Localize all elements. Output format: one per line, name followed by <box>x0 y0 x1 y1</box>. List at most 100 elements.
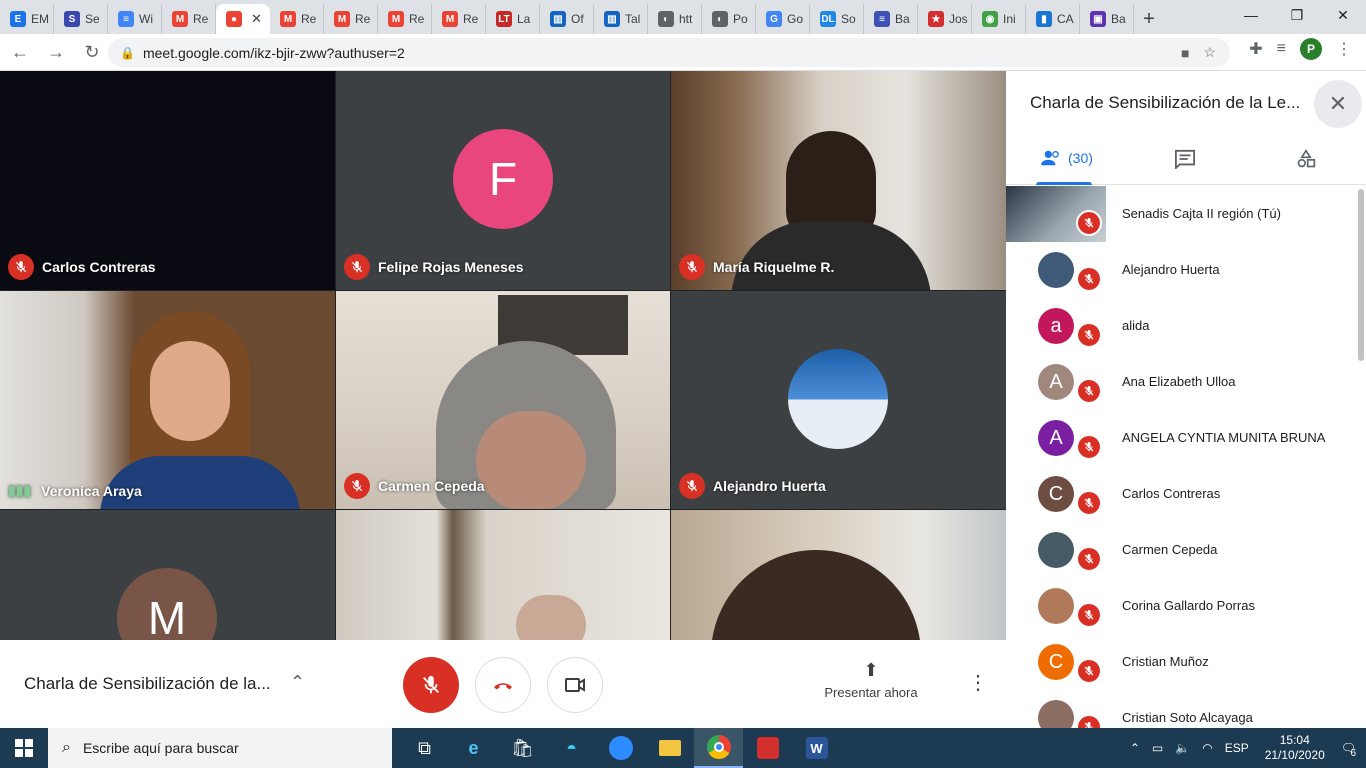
edge-icon[interactable]: ◓ <box>547 728 596 768</box>
browser-tab[interactable]: ▣ Ba <box>1080 4 1134 34</box>
participant-row[interactable]: Cristian Soto Alcayaga <box>1006 690 1358 728</box>
tab-label: Wi <box>139 12 153 26</box>
chevron-up-icon[interactable]: ⌃ <box>290 672 305 693</box>
clock[interactable]: 15:04 21/10/2020 <box>1265 733 1325 763</box>
participant-avatar <box>1038 700 1074 728</box>
store-icon[interactable]: 🛍 <box>498 728 547 768</box>
present-now-button[interactable]: ⬆ Presentar ahora <box>818 660 924 700</box>
browser-tab[interactable]: ≡ Ba <box>864 4 918 34</box>
profile-avatar[interactable]: P <box>1300 38 1322 60</box>
bookmark-star-icon[interactable]: ☆ <box>1203 44 1216 61</box>
browser-tab[interactable]: M Re <box>378 4 432 34</box>
participant-row[interactable]: Corina Gallardo Porras <box>1006 578 1358 634</box>
video-tile[interactable] <box>671 510 1006 640</box>
media-control-icon[interactable]: ≡ <box>1277 40 1286 58</box>
participant-row[interactable]: A ANGELA CYNTIA MUNITA BRUNA <box>1006 410 1358 466</box>
browser-menu-icon[interactable]: ⋮ <box>1336 39 1352 59</box>
browser-tab[interactable]: M Re <box>324 4 378 34</box>
reload-button[interactable]: ↻ <box>76 36 108 68</box>
browser-tab[interactable]: ◐ Po <box>702 4 756 34</box>
participant-row[interactable]: C Carlos Contreras <box>1006 466 1358 522</box>
participant-row[interactable]: Alejandro Huerta <box>1006 242 1358 298</box>
tab-people[interactable]: (30) <box>1040 149 1093 167</box>
browser-tab[interactable]: M Re <box>270 4 324 34</box>
back-button[interactable]: ← <box>4 36 36 68</box>
tab-label: Jos <box>949 12 968 26</box>
browser-tab[interactable]: ● ✕ <box>216 4 270 34</box>
participant-row[interactable]: A Ana Elizabeth Ulloa <box>1006 354 1358 410</box>
microphone-toggle-button[interactable] <box>403 657 459 713</box>
show-hidden-icons-icon[interactable]: ⌃ <box>1130 741 1140 755</box>
participant-row[interactable]: Carmen Cepeda <box>1006 522 1358 578</box>
file-explorer-icon[interactable] <box>645 728 694 768</box>
video-person-face <box>476 411 586 509</box>
acrobat-icon[interactable] <box>743 728 792 768</box>
chrome-icon[interactable] <box>694 728 743 768</box>
participant-avatar <box>1038 532 1074 568</box>
tab-favicon-icon: M <box>334 11 350 27</box>
participant-name: Alejandro Huerta <box>713 478 826 494</box>
video-tile[interactable]: F Felipe Rojas Meneses <box>336 71 670 290</box>
participant-list: Senadis Cajta II región (Tú) Alejandro Hu… <box>1006 186 1358 728</box>
tab-close-icon[interactable]: ✕ <box>251 11 262 27</box>
network-icon[interactable]: ◠ <box>1202 741 1212 755</box>
volume-icon[interactable]: 🔈 <box>1175 741 1190 755</box>
video-tile[interactable]: M <box>0 510 335 640</box>
browser-tab[interactable]: DL So <box>810 4 864 34</box>
maximize-button[interactable]: ❐ <box>1274 0 1320 30</box>
video-tile[interactable]: Carlos Contreras <box>0 71 335 290</box>
meeting-title[interactable]: Charla de Sensibilización de la... <box>24 674 271 694</box>
camera-toggle-button[interactable] <box>547 657 603 713</box>
zoom-icon[interactable] <box>596 728 645 768</box>
tab-activities[interactable] <box>1296 149 1316 169</box>
tab-favicon-icon: ● <box>226 11 242 27</box>
notifications-icon[interactable]: 🗨 6 <box>1341 741 1356 759</box>
participant-row[interactable]: C Cristian Muñoz <box>1006 634 1358 690</box>
browser-tab[interactable]: ≡ Wi <box>108 4 162 34</box>
participant-name: Cristian Soto Alcayaga <box>1122 710 1253 725</box>
forward-button[interactable]: → <box>40 36 72 68</box>
new-tab-button[interactable]: + <box>1134 4 1164 34</box>
browser-tab[interactable]: ◉ Ini <box>972 4 1026 34</box>
browser-tab[interactable]: ▥ Tal <box>594 4 648 34</box>
minimize-button[interactable]: — <box>1228 0 1274 30</box>
tab-chat[interactable] <box>1174 149 1196 169</box>
participant-row[interactable]: a alida <box>1006 298 1358 354</box>
battery-icon[interactable]: ▭ <box>1152 741 1163 755</box>
omnibox[interactable]: 🔒 meet.google.com/ikz-bjir-zww?authuser=… <box>108 38 1230 67</box>
meeting-controls-bar: Charla de Sensibilización de la... ⌃ ⬆ P… <box>0 640 1006 728</box>
language-indicator[interactable]: ESP <box>1225 741 1249 755</box>
start-button[interactable] <box>0 728 48 768</box>
extensions-icon[interactable]: ✚ <box>1249 39 1262 59</box>
internet-explorer-icon[interactable]: e <box>449 728 498 768</box>
word-icon[interactable]: W <box>792 728 841 768</box>
browser-tab[interactable]: ▮ CA <box>1026 4 1080 34</box>
browser-tab[interactable]: M Re <box>162 4 216 34</box>
tab-favicon-icon: G <box>766 11 782 27</box>
more-options-icon[interactable]: ⋮ <box>968 670 988 695</box>
browser-tab[interactable]: LT La <box>486 4 540 34</box>
browser-tab[interactable]: ◐ htt <box>648 4 702 34</box>
taskbar-search[interactable]: ⌕ Escribe aquí para buscar <box>48 728 392 768</box>
close-panel-button[interactable]: ✕ <box>1314 80 1362 128</box>
close-window-button[interactable]: ✕ <box>1320 0 1366 30</box>
video-tile[interactable]: Alejandro Huerta <box>671 291 1006 509</box>
browser-tab[interactable]: S Se <box>54 4 108 34</box>
video-tile[interactable]: María Riquelme R. <box>671 71 1006 290</box>
system-tray: ⌃ ▭ 🔈 ◠ ESP 15:04 21/10/2020 🗨 6 <box>1124 728 1366 768</box>
participant-avatar <box>788 349 888 449</box>
browser-tab[interactable]: ▥ Of <box>540 4 594 34</box>
task-view-icon[interactable]: ⧉ <box>400 728 449 768</box>
video-tile[interactable]: ▮▮▮ Veronica Araya <box>0 291 335 509</box>
participant-row[interactable]: Senadis Cajta II región (Tú) <box>1006 186 1358 242</box>
browser-tab[interactable]: G Go <box>756 4 810 34</box>
browser-tab[interactable]: ★ Jos <box>918 4 972 34</box>
browser-tab[interactable]: M Re <box>432 4 486 34</box>
panel-scrollbar[interactable] <box>1358 189 1364 361</box>
leave-call-button[interactable] <box>475 657 531 713</box>
camera-icon[interactable]: ■ <box>1181 45 1189 61</box>
mic-off-icon <box>1076 266 1102 292</box>
video-tile[interactable] <box>336 510 670 640</box>
video-tile[interactable]: Carmen Cepeda <box>336 291 670 509</box>
browser-tab[interactable]: E EM <box>0 4 54 34</box>
